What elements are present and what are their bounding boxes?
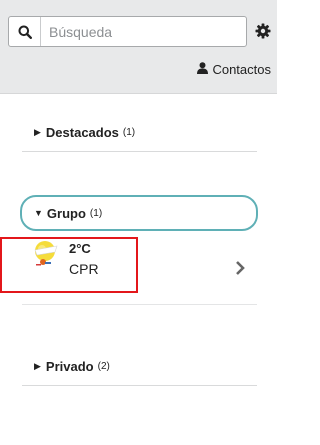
section-count: (2) <box>97 361 110 372</box>
search-box <box>8 16 247 47</box>
section-count: (1) <box>89 207 103 219</box>
search-icon[interactable] <box>9 17 41 46</box>
contact-name: CPR <box>69 261 99 277</box>
section-label: Privado <box>45 359 94 374</box>
contacts-link[interactable]: Contactos <box>197 62 271 77</box>
search-input[interactable] <box>41 18 231 45</box>
caret-right-icon: ▶ <box>34 361 41 371</box>
section-label: Grupo <box>46 205 86 221</box>
section-grupo[interactable]: ▼ Grupo (1) <box>20 195 258 231</box>
contact-temperature: 2°C <box>69 241 91 256</box>
weather-avatar-icon <box>31 240 61 272</box>
section-privado[interactable]: ▶ Privado (2) <box>22 348 257 386</box>
top-bar: Contactos <box>0 0 277 94</box>
chevron-right-icon[interactable] <box>234 260 246 276</box>
caret-right-icon: ▶ <box>34 127 41 137</box>
user-icon <box>197 62 209 77</box>
gear-icon[interactable] <box>254 22 272 40</box>
section-label: Destacados <box>45 125 119 140</box>
section-count: (1) <box>122 127 136 138</box>
contacts-label: Contactos <box>212 62 271 77</box>
caret-down-icon: ▼ <box>34 208 43 218</box>
section-destacados[interactable]: ▶ Destacados (1) <box>22 114 257 152</box>
